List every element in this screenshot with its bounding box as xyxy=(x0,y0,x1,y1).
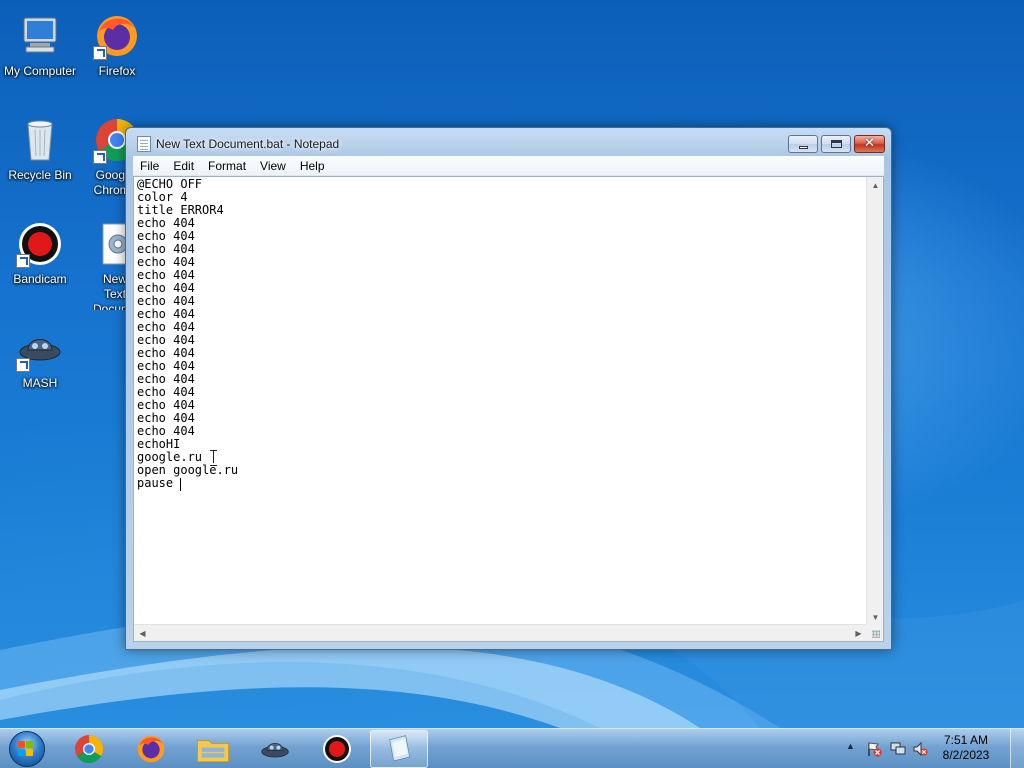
desktop-icon-bandicam[interactable]: Bandicam xyxy=(0,214,80,310)
menu-bar: File Edit Format View Help xyxy=(133,156,884,176)
maximize-icon xyxy=(831,140,842,148)
desktop-icon-label: Recycle Bin xyxy=(8,168,72,182)
show-desktop-button[interactable] xyxy=(1010,729,1024,768)
menu-view[interactable]: View xyxy=(253,156,293,176)
scroll-right-icon[interactable]: ▶ xyxy=(850,625,867,642)
taskbar-bandicam-button[interactable] xyxy=(308,730,366,768)
desktop-icon-label: Firefox xyxy=(98,64,136,78)
taskbar-explorer-button[interactable] xyxy=(184,730,242,768)
text-line: google.ru xyxy=(137,450,203,464)
text-line: echo 404 xyxy=(137,398,195,412)
menu-help[interactable]: Help xyxy=(293,156,332,176)
chrome-icon xyxy=(75,735,104,764)
desktop-icon-firefox[interactable]: Firefox xyxy=(77,6,157,102)
text-line: echoHI xyxy=(137,437,181,451)
file-explorer-icon xyxy=(197,740,229,763)
text-editor[interactable]: @ECHO OFF color 4 title ERROR4 echo 404 … xyxy=(133,176,884,642)
scroll-up-icon[interactable]: ▲ xyxy=(867,177,884,194)
network-icon[interactable] xyxy=(890,741,906,757)
show-hidden-icons-icon[interactable]: ▲ xyxy=(846,741,855,751)
text-line: echo 404 xyxy=(137,255,195,269)
text-line: echo 404 xyxy=(137,359,195,373)
notepad-icon xyxy=(137,136,151,152)
text-line: color 4 xyxy=(137,190,188,204)
ibeam-cursor-icon xyxy=(210,450,217,466)
text-line: echo 404 xyxy=(137,294,195,308)
volume-muted-icon[interactable] xyxy=(912,741,928,757)
menu-format[interactable]: Format xyxy=(201,156,253,176)
desktop-icon-label: My Computer xyxy=(3,64,77,78)
minimize-button[interactable] xyxy=(788,135,818,153)
text-line: @ECHO OFF xyxy=(137,178,203,191)
taskbar-mash-button[interactable] xyxy=(246,730,304,768)
text-line: echo 404 xyxy=(137,281,195,295)
windows-logo-icon xyxy=(18,741,34,757)
desktop-icon-mash[interactable]: MASH xyxy=(0,318,80,414)
recycle-bin-icon xyxy=(16,116,64,164)
window-title: New Text Document.bat - Notepad xyxy=(156,137,340,151)
scroll-left-icon[interactable]: ◀ xyxy=(134,625,151,642)
close-icon: ✕ xyxy=(864,135,875,150)
vertical-scrollbar[interactable]: ▲ ▼ xyxy=(866,177,883,626)
taskbar-notepad-button[interactable] xyxy=(370,730,428,768)
clock-date: 8/2/2023 xyxy=(942,748,990,762)
text-line: echo 404 xyxy=(137,268,195,282)
text-line: echo 404 xyxy=(137,320,195,334)
text-line: echo 404 xyxy=(137,385,195,399)
text-line: echo 404 xyxy=(137,346,195,360)
mash-icon xyxy=(16,324,64,372)
desktop-icon-recycle-bin[interactable]: Recycle Bin xyxy=(0,110,80,206)
text-line: echo 404 xyxy=(137,372,195,386)
shortcut-arrow-icon xyxy=(16,254,30,268)
window-controls: ✕ xyxy=(785,135,885,153)
text-line: pause xyxy=(137,476,174,490)
text-caret xyxy=(180,478,181,491)
mash-icon xyxy=(261,743,289,758)
minimize-icon xyxy=(799,146,808,149)
text-line: echo 404 xyxy=(137,411,195,425)
text-line: echo 404 xyxy=(137,229,195,243)
computer-icon xyxy=(16,12,64,60)
clock-time: 7:51 AM xyxy=(943,733,989,747)
close-button[interactable]: ✕ xyxy=(854,135,885,153)
maximize-button[interactable] xyxy=(821,135,851,153)
text-line: open google.ru xyxy=(137,463,239,477)
taskbar-firefox-button[interactable] xyxy=(122,730,180,768)
notepad-icon xyxy=(389,735,411,762)
bandicam-icon xyxy=(323,735,351,763)
menu-edit[interactable]: Edit xyxy=(166,156,201,176)
text-content[interactable]: @ECHO OFF color 4 title ERROR4 echo 404 … xyxy=(137,178,865,624)
system-tray: ▲ 7:51 AM 8/2/2023 xyxy=(844,729,1024,768)
firefox-icon xyxy=(93,12,141,60)
title-bar[interactable]: New Text Document.bat - Notepad ✕ xyxy=(126,128,891,158)
taskbar-chrome-button[interactable] xyxy=(60,730,118,768)
text-line: echo 404 xyxy=(137,307,195,321)
text-line: echo 404 xyxy=(137,216,195,230)
action-center-flag-icon[interactable] xyxy=(866,741,882,757)
text-line: title ERROR4 xyxy=(137,203,224,217)
desktop-icon-label: Bandicam xyxy=(13,272,67,286)
taskbar: ▲ 7:51 AM 8/2/2023 xyxy=(0,728,1024,768)
shortcut-arrow-icon xyxy=(93,46,107,60)
firefox-icon xyxy=(137,735,165,763)
menu-file[interactable]: File xyxy=(133,156,166,176)
bandicam-icon xyxy=(16,220,64,268)
text-line: echo 404 xyxy=(137,424,195,438)
resize-grip-icon[interactable] xyxy=(866,624,883,641)
horizontal-scrollbar[interactable]: ◀ ▶ xyxy=(134,624,867,641)
start-button[interactable] xyxy=(6,731,48,767)
desktop-icon-my-computer[interactable]: My Computer xyxy=(0,6,80,102)
desktop-icon-label: MASH xyxy=(22,376,58,390)
text-line: echo 404 xyxy=(137,242,195,256)
shortcut-arrow-icon xyxy=(16,358,30,372)
shortcut-arrow-icon xyxy=(93,150,107,164)
text-line: echo 404 xyxy=(137,333,195,347)
notepad-window[interactable]: New Text Document.bat - Notepad ✕ File E… xyxy=(125,127,892,650)
clock[interactable]: 7:51 AM 8/2/2023 xyxy=(936,733,996,763)
